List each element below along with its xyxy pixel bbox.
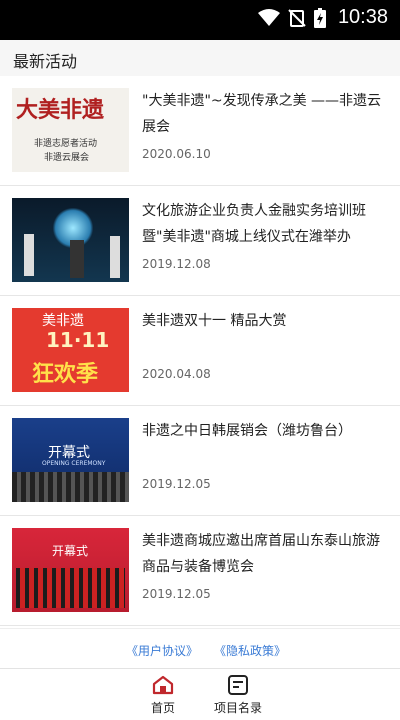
thumbnail: 开幕式	[12, 528, 129, 612]
person	[110, 236, 120, 278]
item-title: 非遗之中日韩展销会（潍坊鲁台）	[142, 423, 352, 439]
item-date: 2019.12.08	[142, 257, 211, 271]
thumbnail: 美非遗 11·11 狂欢季	[12, 308, 129, 392]
item-date: 2020.04.08	[142, 367, 211, 381]
thumb-brand: 美非遗	[42, 313, 84, 329]
item-title: 文化旅游企业负责人金融实务培训班暨"美非遗"商城上线仪式在潍举办	[142, 203, 366, 245]
catalog-icon	[228, 675, 248, 695]
status-bar: 10:38	[0, 0, 400, 40]
tab-catalog[interactable]: 项目名录	[198, 669, 278, 720]
person	[70, 240, 84, 278]
thumb-date: 11·11	[46, 328, 110, 352]
bottom-tab-bar: 首页 项目名录	[0, 668, 400, 720]
list-item[interactable]: 大美非遗 非遗志愿者活动 非遗云展会 "大美非遗"~发现传承之美 ——非遗云展会…	[0, 76, 400, 186]
thumbnail: 开幕式 OPENING CEREMONY	[12, 418, 129, 502]
item-title: 美非遗商城应邀出席首届山东泰山旅游商品与装备博览会	[142, 533, 380, 575]
user-agreement-link[interactable]: 《用户协议》	[126, 642, 198, 659]
crowd	[16, 568, 125, 608]
thumb-slogan: 狂欢季	[32, 362, 99, 387]
section-title: 最新活动	[13, 52, 78, 71]
thumb-subline-2: 非遗云展会	[44, 153, 90, 163]
item-date: 2020.06.10	[142, 147, 211, 161]
item-date: 2019.12.05	[142, 587, 211, 601]
item-title: "大美非遗"~发现传承之美 ——非遗云展会	[142, 93, 382, 135]
thumb-headline: 开幕式	[48, 445, 90, 461]
thumb-headline: 开幕式	[52, 544, 89, 558]
list-item[interactable]: 美非遗 11·11 狂欢季 美非遗双十一 精品大赏 2020.04.08	[0, 296, 400, 406]
status-time: 10:38	[337, 6, 388, 28]
person	[24, 234, 34, 276]
privacy-policy-link[interactable]: 《隐私政策》	[214, 642, 286, 659]
list-item[interactable]: 开幕式 OPENING CEREMONY 非遗之中日韩展销会（潍坊鲁台） 201…	[0, 406, 400, 516]
thumb-headline: 大美非遗	[16, 97, 105, 123]
battery-charging-icon	[313, 7, 326, 28]
tab-catalog-label: 项目名录	[213, 701, 262, 715]
wifi-icon	[257, 8, 280, 26]
item-title: 美非遗双十一 精品大赏	[142, 313, 287, 329]
activity-list: 大美非遗 非遗志愿者活动 非遗云展会 "大美非遗"~发现传承之美 ——非遗云展会…	[0, 76, 400, 626]
tab-home[interactable]: 首页	[123, 669, 203, 720]
thumbnail: 大美非遗 非遗志愿者活动 非遗云展会	[12, 88, 129, 172]
no-signal-icon	[288, 8, 306, 27]
list-item[interactable]: 开幕式 美非遗商城应邀出席首届山东泰山旅游商品与装备博览会 2019.12.05	[0, 516, 400, 626]
thumb-subline: 非遗志愿者活动	[34, 139, 98, 149]
home-icon	[152, 675, 174, 695]
list-item[interactable]: 文化旅游企业负责人金融实务培训班暨"美非遗"商城上线仪式在潍举办 2019.12…	[0, 186, 400, 296]
item-date: 2019.12.05	[142, 477, 211, 491]
thumbnail	[12, 198, 129, 282]
tab-home-label: 首页	[150, 701, 175, 715]
crowd	[12, 472, 129, 502]
footer-links: 《用户协议》 《隐私政策》	[0, 628, 400, 668]
thumb-subline: OPENING CEREMONY	[42, 460, 106, 467]
section-header: 最新活动	[0, 40, 400, 76]
